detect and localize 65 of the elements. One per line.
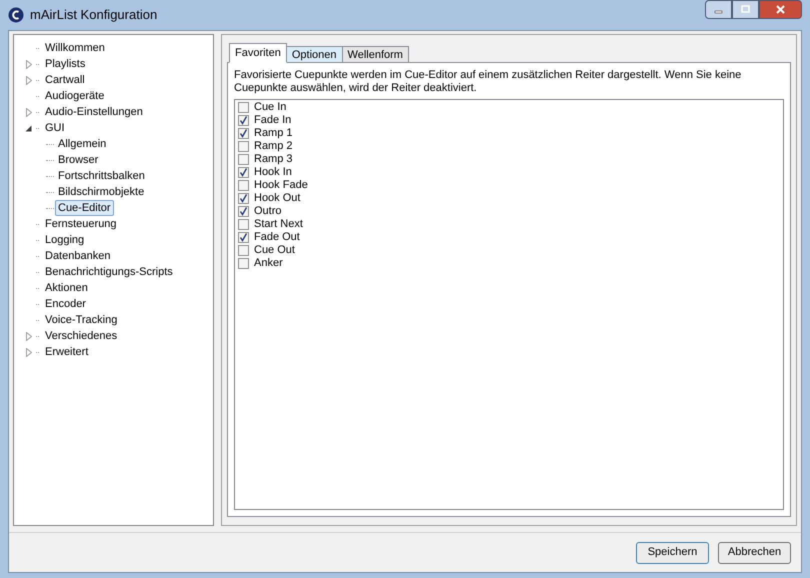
tree-item[interactable]: Voice-Tracking [42,312,120,328]
checkbox-label: Hook Fade [254,179,308,192]
close-button[interactable] [759,0,802,19]
checkbox[interactable] [238,258,249,269]
tree-item[interactable]: Allgemein [55,136,110,152]
tree-item[interactable]: Audio-Einstellungen [42,104,146,120]
collapsed-arrow-icon[interactable] [26,76,32,84]
checkbox-label: Hook In [254,166,292,179]
tree-item[interactable]: Verschiedenes [42,328,120,344]
checkbox[interactable] [238,167,249,178]
save-button[interactable]: Speichern [636,542,709,564]
tree-item[interactable]: Fortschrittsbalken [55,168,148,184]
tree-item[interactable]: Benachrichtigungs-Scripts [42,264,176,280]
tree-item[interactable]: Encoder [42,296,89,312]
checkbox-label: Fade In [254,114,292,127]
checkbox[interactable] [238,245,249,256]
description-text: Favorisierte Cuepunkte werden im Cue-Editor auf einem zusätzlichen Reiter dargestellt. Wenn Sie keine Cuepunkte auswählen, wird der Reiter deaktiviert. [234,69,742,95]
tree-item[interactable]: Datenbanken [42,248,114,264]
checkbox[interactable] [238,180,249,191]
checkbox-label: Ramp 3 [254,153,293,166]
checkbox[interactable] [238,206,249,217]
minimize-button[interactable] [705,0,732,19]
checkbox-label: Anker [254,257,283,270]
close-icon [775,5,786,14]
collapsed-arrow-icon[interactable] [26,60,32,68]
collapsed-arrow-icon[interactable] [26,348,32,356]
checkbox[interactable] [238,219,249,230]
tree-item[interactable]: Playlists [42,56,88,72]
maximize-button[interactable] [732,0,759,19]
tree-item[interactable]: Aktionen [42,280,91,296]
cancel-button[interactable]: Abbrechen [718,542,791,564]
checkbox[interactable] [238,141,249,152]
tree-item[interactable]: Logging [42,232,88,248]
checkbox[interactable] [238,102,249,113]
checkbox-label: Start Next [254,218,303,231]
checkbox[interactable] [238,128,249,139]
checkbox[interactable] [238,115,249,126]
tree-item[interactable]: Cue-Editor [55,200,114,216]
maximize-icon [740,5,751,14]
tree-item[interactable]: Browser [55,152,102,168]
checkbox-label: Cue In [254,101,286,114]
tab[interactable]: Optionen [286,46,343,63]
checkbox[interactable] [238,232,249,243]
tree-item[interactable]: Fernsteuerung [42,216,120,232]
checkbox[interactable] [238,154,249,165]
checkbox-label: Outro [254,205,282,218]
collapsed-arrow-icon[interactable] [26,108,32,116]
tab[interactable]: Favoriten [229,43,287,63]
checkbox-label: Ramp 2 [254,140,293,153]
tree-item[interactable]: Willkommen [42,40,108,56]
checkbox-label: Ramp 1 [254,127,293,140]
checkbox[interactable] [238,193,249,204]
app-logo-icon [8,7,24,23]
window-title: mAirList Konfiguration [30,6,158,24]
collapsed-arrow-icon[interactable] [26,332,32,340]
tree-item[interactable]: Audiogeräte [42,88,108,104]
checkbox-label: Fade Out [254,231,300,244]
tree-item[interactable]: Bildschirmobjekte [55,184,148,200]
tree-item[interactable]: GUI [42,120,68,136]
tab[interactable]: Wellenform [342,46,409,63]
checkbox-label: Hook Out [254,192,300,205]
tree-item[interactable]: Erweitert [42,344,92,360]
tree-item[interactable]: Cartwall [42,72,88,88]
expanded-arrow-icon[interactable] [25,124,32,132]
checkbox-label: Cue Out [254,244,295,257]
